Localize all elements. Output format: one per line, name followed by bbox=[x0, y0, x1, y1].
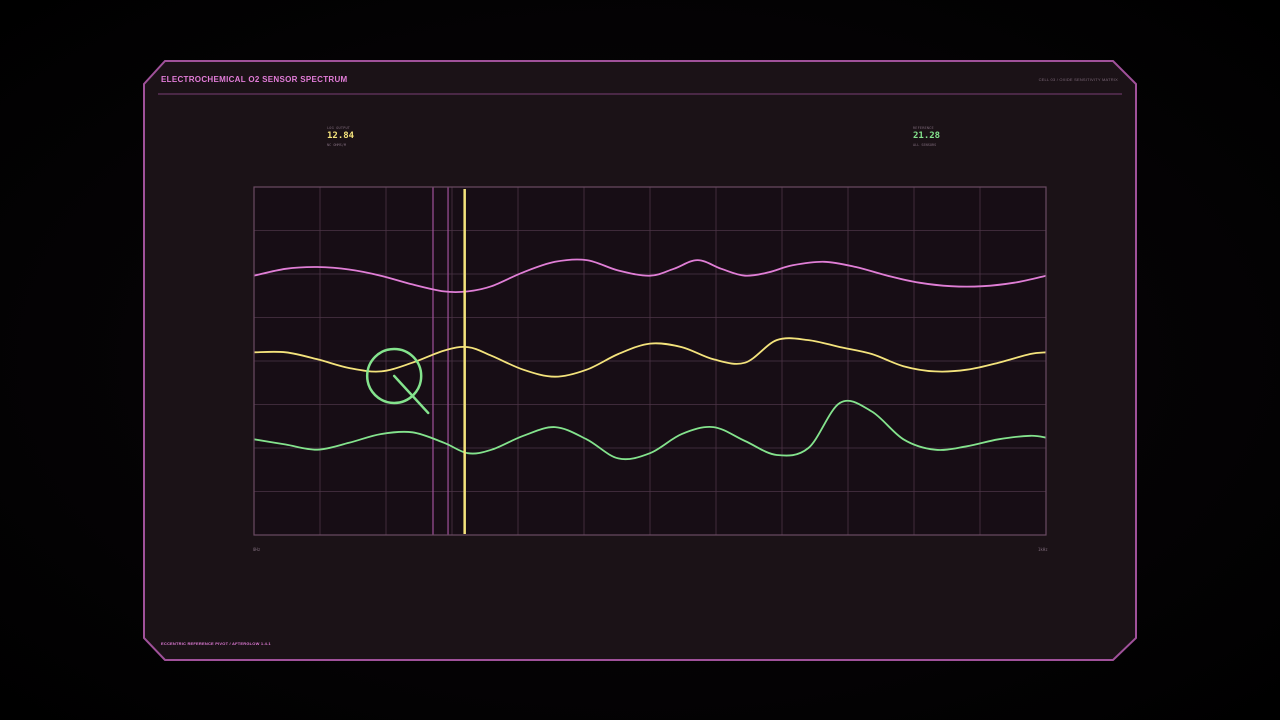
spectrum-chart bbox=[253, 186, 1047, 536]
readout-right-sub: ALL SENSORS bbox=[913, 143, 937, 147]
axis-min-label: 0Hz bbox=[253, 547, 261, 552]
readout-left-value: 12.84 bbox=[327, 131, 355, 141]
readout-left-sub: NC OHMS/M bbox=[327, 143, 346, 147]
readout-right-value: 21.28 bbox=[913, 131, 941, 141]
axis-max-label: 1kHz bbox=[1038, 547, 1048, 552]
panel-footer: ECCENTRIC REFERENCE PIVOT / AFTERGLOW 1.… bbox=[161, 641, 271, 646]
sensor-panel bbox=[143, 60, 1137, 661]
readout-right: REFERENCE 21.28 ALL SENSORS bbox=[913, 125, 940, 148]
readout-left: LOG OUTPUT 12.84 NC OHMS/M bbox=[327, 125, 354, 148]
stage: ELECTROCHEMICAL O2 SENSOR SPECTRUM CELL … bbox=[0, 0, 1280, 720]
panel-meta: CELL 03 / OXIDE SENSITIVITY MATRIX bbox=[1038, 77, 1118, 82]
panel-title: ELECTROCHEMICAL O2 SENSOR SPECTRUM bbox=[161, 75, 348, 84]
